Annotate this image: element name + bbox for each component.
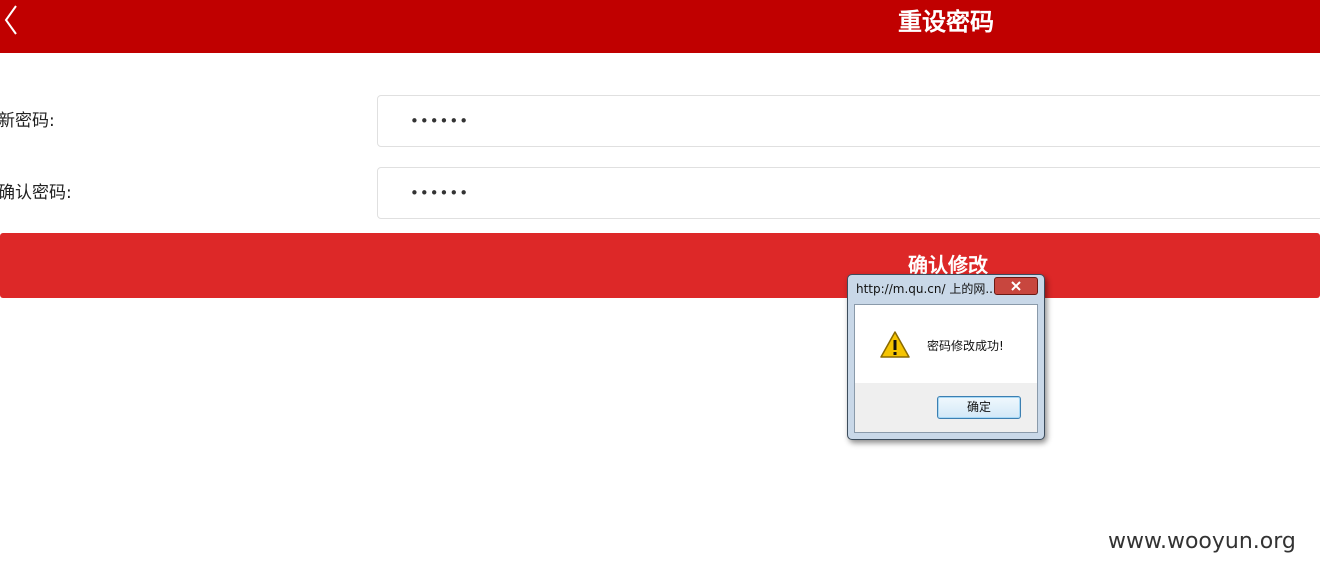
dialog-message: 密码修改成功!	[927, 339, 1004, 353]
close-icon	[1011, 281, 1021, 291]
page-title: 重设密码	[898, 8, 994, 36]
dialog-ok-button[interactable]: 确定	[937, 396, 1021, 419]
confirm-change-button[interactable]	[0, 233, 1320, 298]
dialog-close-button[interactable]	[994, 277, 1038, 295]
new-password-label: 新密码:	[0, 111, 55, 131]
confirm-password-field[interactable]: ••••••	[377, 167, 1320, 219]
warning-icon	[880, 331, 910, 358]
back-button[interactable]	[0, 3, 24, 37]
chevron-left-icon	[4, 5, 17, 35]
alert-dialog: http://m.qu.cn/ 上的网... 密码修改成功! 确定	[847, 274, 1045, 440]
dialog-body: 密码修改成功! 确定	[854, 304, 1038, 433]
header-bar: 重设密码	[0, 0, 1320, 53]
new-password-field[interactable]: ••••••	[377, 95, 1320, 147]
confirm-password-label: 确认密码:	[0, 183, 72, 203]
watermark: www.wooyun.org	[1108, 529, 1296, 554]
dialog-title: http://m.qu.cn/ 上的网...	[856, 282, 996, 296]
